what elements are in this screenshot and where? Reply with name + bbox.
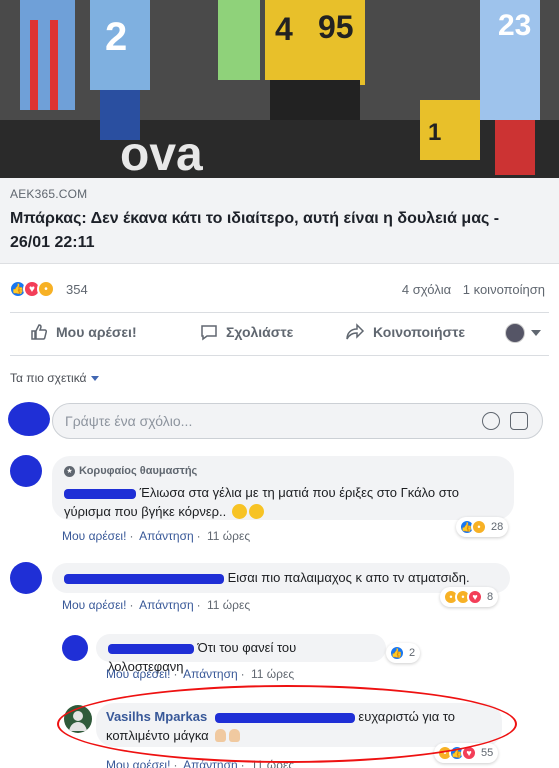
star-icon: ★ — [64, 466, 75, 477]
redacted-name — [108, 643, 194, 654]
comment-reply-link[interactable]: Απάντηση — [139, 598, 194, 612]
reply-timestamp[interactable]: 11 ώρες — [251, 667, 294, 681]
comments-count[interactable]: 4 σχόλια — [402, 282, 451, 297]
chevron-down-icon — [531, 330, 541, 336]
reply-like-link[interactable]: Μου αρέσει! — [106, 758, 170, 768]
comment-bubble: Εισαι πιο παλαιμαχος κ απο τν ατματσιδη. — [52, 563, 510, 593]
like-button-label: Μου αρέσει! — [56, 324, 137, 340]
football-photo: ova 2 4 95 1 23 — [0, 0, 559, 178]
svg-text:4: 4 — [275, 11, 293, 47]
comment-reply-link[interactable]: Απάντηση — [139, 529, 194, 543]
comment-input[interactable] — [65, 413, 465, 429]
reply-bubble: Ότι του φανεί του λολοστεφανη — [96, 634, 386, 674]
comment-button-label: Σχολιάστε — [226, 324, 294, 340]
comment-actions: Μου αρέσει! · Απάντηση · 11 ώρες — [62, 598, 251, 612]
redacted-avatar — [62, 635, 88, 661]
sort-label: Τα πιο σχετικά — [10, 371, 87, 385]
action-bar: Μου αρέσει! Σχολιάστε Κοινοποιήστε — [10, 312, 549, 356]
love-reaction-icon: ♥ — [467, 589, 483, 605]
reaction-count[interactable]: 354 — [66, 282, 88, 297]
link-title[interactable]: Μπάρκας: Δεν έκανα κάτι το ιδιαίτερο, αυ… — [10, 207, 540, 255]
comment-composer[interactable] — [52, 403, 543, 439]
share-button-label: Κοινοποιήστε — [373, 324, 465, 340]
redacted-name — [64, 488, 136, 499]
haha-reaction-icon: • — [471, 519, 487, 535]
wow-reaction-icon: • — [37, 280, 55, 298]
svg-text:2: 2 — [105, 15, 127, 59]
comment-timestamp[interactable]: 11 ώρες — [207, 529, 250, 543]
share-icon — [346, 323, 365, 340]
svg-text:95: 95 — [318, 9, 354, 45]
comment-button[interactable]: Σχολιάστε — [200, 323, 293, 341]
grinning-emoji-icon — [231, 504, 247, 519]
share-button[interactable]: Κοινοποιήστε — [345, 323, 465, 341]
redacted-avatar — [10, 562, 42, 594]
redacted-name — [64, 573, 224, 584]
redacted-avatar — [10, 455, 42, 487]
like-button[interactable]: Μου αρέσει! — [30, 323, 137, 341]
comment-like-link[interactable]: Μου αρέσει! — [62, 598, 126, 612]
reply-like-link[interactable]: Μου αρέσει! — [106, 667, 170, 681]
reaction-icons[interactable]: 👍 ♥ • — [9, 280, 55, 298]
emoji-icon[interactable] — [482, 412, 500, 430]
reply-reply-link[interactable]: Απάντηση — [183, 667, 238, 681]
link-preview[interactable]: AEK365.COM Μπάρκας: Δεν έκανα κάτι το ιδ… — [0, 178, 559, 264]
sticker-icon[interactable] — [510, 412, 528, 430]
comment-actions: Μου αρέσει! · Απάντηση · 11 ώρες — [62, 529, 251, 543]
svg-text:23: 23 — [498, 9, 531, 42]
comment-reactions[interactable]: • • ♥ 8 — [440, 587, 499, 607]
shares-count[interactable]: 1 κοινοποίηση — [463, 282, 545, 297]
comment-like-link[interactable]: Μου αρέσει! — [62, 529, 126, 543]
reply-actions: Μου αρέσει! · Απάντηση · 11 ώρες — [106, 667, 295, 681]
svg-text:1: 1 — [428, 119, 441, 146]
highlight-annotation — [57, 685, 517, 763]
article-image[interactable]: ova 2 4 95 1 23 — [0, 0, 559, 178]
comment-text: Εισαι πιο παλαιμαχος κ απο τν ατματσιδη. — [227, 570, 470, 585]
comment-sort-dropdown[interactable]: Τα πιο σχετικά — [10, 371, 99, 385]
chevron-down-icon — [90, 375, 99, 381]
grinning-emoji-icon — [248, 504, 264, 519]
comment-reactions[interactable]: 👍 • 28 — [456, 517, 509, 537]
reply-reactions[interactable]: 👍 2 — [386, 643, 421, 663]
comment-bubble: ★ Κορυφαίος θαυμαστής Έλιωσα στα γέλια μ… — [52, 456, 514, 520]
profile-avatar — [505, 323, 525, 343]
like-reaction-icon: 👍 — [389, 645, 405, 661]
comment-icon — [201, 325, 217, 341]
redacted-avatar — [8, 402, 50, 436]
top-fan-badge: ★ Κορυφαίος θαυμαστής — [64, 462, 502, 481]
post-as-selector[interactable] — [505, 323, 541, 343]
post-stats: 👍 ♥ • 354 4 σχόλια 1 κοινοποίηση — [0, 272, 559, 306]
comment-timestamp[interactable]: 11 ώρες — [207, 598, 250, 612]
link-domain: AEK365.COM — [10, 187, 88, 201]
thumbs-up-icon — [31, 324, 48, 340]
